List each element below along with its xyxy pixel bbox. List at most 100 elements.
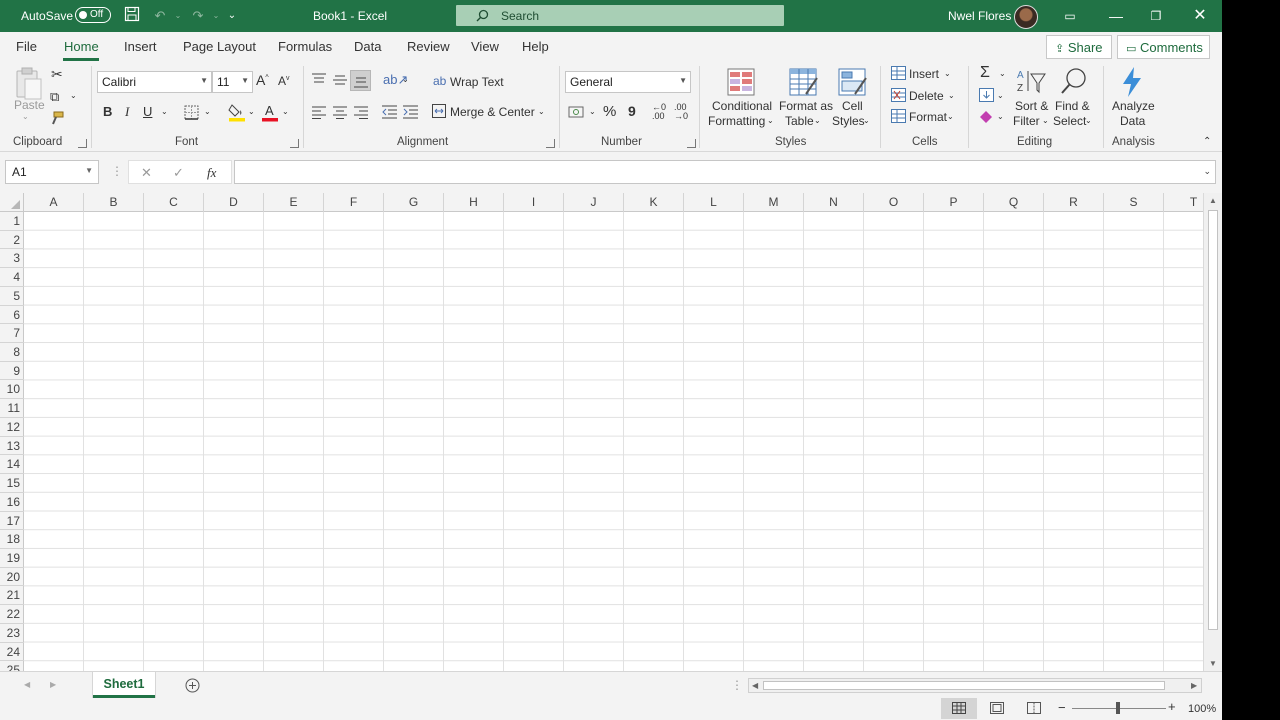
row-header[interactable]: 9 [0,362,24,381]
column-header[interactable]: C [144,193,204,212]
column-header[interactable]: A [24,193,84,212]
row-header[interactable]: 17 [0,512,24,531]
column-header[interactable]: G [384,193,444,212]
bottom-align-button[interactable] [350,70,371,91]
column-header[interactable]: P [924,193,984,212]
format-as-table-label-2[interactable]: Table [785,114,814,128]
more-options-icon[interactable]: ⋮ [111,164,123,178]
normal-view-button[interactable] [941,698,977,719]
autosum-icon[interactable]: Σ [980,64,990,82]
underline-button[interactable]: U [143,104,152,119]
sheet-scroll-left-icon[interactable]: ◀ [24,680,30,689]
row-header[interactable]: 2 [0,231,24,250]
column-header[interactable]: R [1044,193,1104,212]
column-header[interactable]: J [564,193,624,212]
name-box[interactable]: A1 ▼ [5,160,99,184]
zoom-out-icon[interactable]: − [1058,700,1066,715]
enter-icon[interactable]: ✓ [173,165,184,181]
format-dropdown-icon[interactable]: ⌄ [947,112,954,121]
column-header[interactable]: E [264,193,324,212]
increase-font-size-icon[interactable]: A^ [256,72,269,88]
page-break-view-button[interactable] [1016,698,1052,719]
font-color-dropdown-icon[interactable]: ⌄ [282,107,289,116]
tab-formulas[interactable]: Formulas [278,39,332,54]
conditional-formatting-icon[interactable] [727,68,755,96]
row-header[interactable]: 22 [0,605,24,624]
undo-dropdown-icon[interactable]: ⌄ [168,6,188,26]
close-icon[interactable]: ✕ [1177,0,1222,32]
row-header[interactable]: 1 [0,212,24,231]
alignment-launcher-icon[interactable] [546,139,555,148]
increase-indent-icon[interactable] [403,105,418,119]
tab-home[interactable]: Home [64,39,99,54]
format-cells-button[interactable]: Format [909,110,947,124]
tab-data[interactable]: Data [354,39,381,54]
insert-cells-button[interactable]: Insert [909,67,939,81]
fill-dropdown-icon[interactable]: ⌄ [997,91,1004,100]
find-select-label[interactable]: Find & [1055,99,1090,113]
ribbon-display-options-icon[interactable]: ▭ [1047,0,1093,32]
row-header[interactable]: 24 [0,643,24,662]
zoom-slider-thumb[interactable] [1116,702,1120,714]
zoom-in-icon[interactable]: + [1168,699,1176,714]
row-header[interactable]: 20 [0,568,24,587]
comma-style-button[interactable]: 9 [628,103,636,119]
delete-dropdown-icon[interactable]: ⌄ [948,91,955,100]
row-header[interactable]: 19 [0,549,24,568]
scroll-up-icon[interactable]: ▲ [1209,196,1217,205]
row-header[interactable]: 18 [0,530,24,549]
decrease-decimal-icon[interactable]: .00 →0 [674,103,688,121]
customize-toolbar-icon[interactable]: ⌄ [222,6,242,26]
expand-formula-bar-icon[interactable]: ⌄ [1203,166,1211,177]
fill-color-dropdown-icon[interactable]: ⌄ [248,107,255,116]
paste-dropdown-icon[interactable]: ⌄ [22,112,29,121]
paste-icon[interactable] [13,67,43,101]
number-launcher-icon[interactable] [687,139,696,148]
row-header[interactable]: 8 [0,343,24,362]
align-center-icon[interactable] [333,105,347,119]
scroll-down-icon[interactable]: ▼ [1209,659,1217,668]
tab-file[interactable]: File [16,39,37,54]
row-header[interactable]: 4 [0,268,24,287]
horizontal-scroll-thumb[interactable] [763,681,1165,690]
tab-split-handle[interactable]: ⋮ [731,678,743,692]
restore-icon[interactable]: ❐ [1133,0,1179,32]
share-button[interactable]: ⇪ Share [1046,35,1112,59]
undo-icon[interactable]: ↶ [150,6,170,26]
tab-page-layout[interactable]: Page Layout [183,39,256,54]
row-header[interactable]: 23 [0,624,24,643]
row-header[interactable]: 21 [0,586,24,606]
row-header[interactable]: 11 [0,399,24,418]
font-name-select[interactable]: Calibri ▼ [97,71,212,93]
horizontal-scrollbar[interactable]: ◀ ▶ [748,678,1202,693]
find-select-label-2[interactable]: Select [1053,114,1086,128]
row-header[interactable]: 5 [0,287,24,306]
column-header[interactable]: B [84,193,144,212]
format-painter-icon[interactable] [50,111,64,125]
find-dropdown-icon[interactable]: ⌄ [1085,116,1092,125]
vertical-scrollbar[interactable]: ▲ ▼ [1203,193,1222,671]
format-as-table-icon[interactable] [789,68,819,96]
borders-dropdown-icon[interactable]: ⌄ [204,107,211,116]
sheet-scroll-right-icon[interactable]: ▶ [50,680,56,689]
user-name[interactable]: Nwel Flores [948,9,1011,23]
tab-view[interactable]: View [471,39,499,54]
merge-center-button[interactable]: Merge & Center [450,105,535,119]
search-box[interactable]: Search [456,5,784,26]
cell-styles-label[interactable]: Cell [842,99,863,113]
insert-cells-icon[interactable] [891,66,906,80]
collapse-ribbon-icon[interactable]: ⌃ [1203,136,1211,147]
clipboard-launcher-icon[interactable] [78,139,87,148]
cell-area[interactable] [24,212,1203,671]
column-header[interactable]: S [1104,193,1164,212]
row-header[interactable]: 10 [0,380,24,400]
copy-dropdown-icon[interactable]: ⌄ [70,91,77,100]
analyze-data-label[interactable]: Analyze [1112,99,1155,113]
new-sheet-icon[interactable] [185,678,200,693]
tab-insert[interactable]: Insert [124,39,157,54]
page-layout-view-button[interactable] [979,698,1015,719]
autosum-dropdown-icon[interactable]: ⌄ [999,69,1006,78]
save-icon[interactable] [122,6,142,26]
font-launcher-icon[interactable] [290,139,299,148]
orientation-dropdown-icon[interactable]: ⌄ [402,75,409,84]
